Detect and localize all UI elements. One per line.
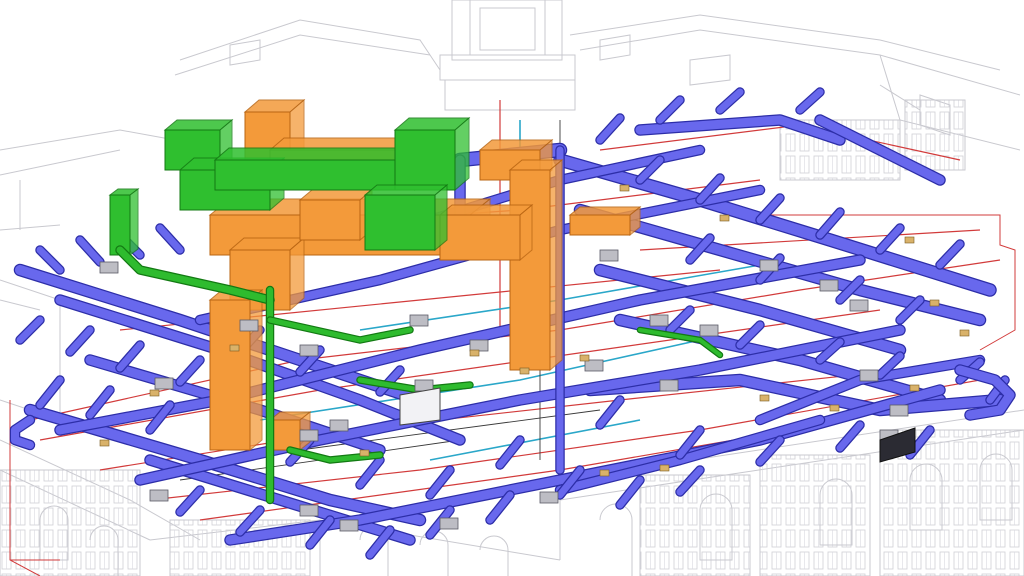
blue-branch-7 bbox=[176, 356, 204, 386]
blue-branch-1 bbox=[76, 236, 104, 266]
equipment-unit-9 bbox=[539, 491, 559, 504]
diffuser-3 bbox=[929, 299, 940, 307]
orange-drop-a-side bbox=[289, 236, 305, 312]
diffuser-17 bbox=[909, 384, 920, 392]
orange-block-e-front bbox=[299, 199, 361, 241]
diffuser-16 bbox=[829, 404, 840, 412]
green-riser-a-side bbox=[129, 188, 139, 256]
equipment-unit-15 bbox=[849, 299, 869, 312]
equipment-unit-16 bbox=[859, 369, 879, 382]
equipment-unit-12 bbox=[659, 379, 679, 392]
orange-block-b-side bbox=[519, 203, 533, 262]
blue-branch-0 bbox=[36, 246, 64, 274]
equipment-unit-22 bbox=[149, 489, 169, 502]
equipment-unit-10 bbox=[584, 359, 604, 372]
blue-branch-49 bbox=[596, 114, 624, 144]
equipment-unit-23 bbox=[299, 504, 319, 517]
green-block-c-side bbox=[434, 183, 448, 252]
blue-branch-8 bbox=[36, 376, 64, 409]
blue-branch-36 bbox=[836, 421, 864, 452]
orange-branch-d-top bbox=[568, 206, 642, 216]
equipment-unit-20 bbox=[699, 324, 719, 337]
diffuser-6 bbox=[469, 349, 480, 357]
clock-tower bbox=[439, 0, 576, 111]
blue-branch-14 bbox=[426, 466, 454, 499]
equipment-unit-19 bbox=[759, 259, 779, 272]
equipment-unit-6 bbox=[299, 429, 319, 442]
equipment-unit-7 bbox=[339, 519, 359, 532]
green-block-b-front bbox=[394, 129, 456, 191]
blue-branch-43 bbox=[176, 486, 204, 516]
blue-branch-3 bbox=[156, 224, 184, 254]
equipment-unit-2 bbox=[299, 344, 319, 357]
diffuser-9 bbox=[149, 389, 160, 397]
diffuser-15 bbox=[759, 394, 770, 402]
diffuser-1 bbox=[719, 214, 730, 222]
orange-block-b-top bbox=[438, 204, 534, 216]
blue-branch-4 bbox=[16, 316, 44, 344]
orange-riser-a-side bbox=[549, 158, 563, 372]
orange-riser-b-side bbox=[249, 288, 263, 452]
equipment-unit-0 bbox=[99, 261, 119, 274]
blue-loop-left bbox=[11, 416, 34, 449]
blue-branch-6 bbox=[116, 341, 144, 372]
equipment-unit-8 bbox=[439, 517, 459, 530]
equipment-unit-11 bbox=[599, 249, 619, 262]
orange-riser-a-front bbox=[509, 169, 551, 371]
diffuser-14 bbox=[659, 464, 670, 472]
orange-block-b-front bbox=[439, 214, 521, 261]
blue-branch-13 bbox=[356, 456, 384, 489]
equipment-unit-13 bbox=[649, 314, 669, 327]
green-block-c-top bbox=[363, 184, 449, 196]
blue-branch-33 bbox=[596, 396, 624, 429]
diffuser-12 bbox=[359, 449, 370, 457]
air-handler-panel bbox=[399, 387, 441, 426]
orange-stub-c-front bbox=[269, 419, 301, 451]
equipment-unit-4 bbox=[469, 339, 489, 352]
diffuser-4 bbox=[959, 329, 970, 337]
equipment-unit-14 bbox=[819, 279, 839, 292]
blue-branch-41 bbox=[616, 476, 644, 509]
blue-branch-5 bbox=[66, 326, 94, 356]
blue-branch-39 bbox=[496, 436, 524, 469]
diffuser-7 bbox=[519, 367, 530, 375]
diffuser-8 bbox=[229, 344, 240, 352]
diffuser-0 bbox=[619, 184, 630, 192]
diffuser-5 bbox=[579, 354, 590, 362]
orange-branch-d-front bbox=[569, 214, 631, 236]
blue-branch-23 bbox=[936, 240, 964, 269]
diffuser-13 bbox=[599, 469, 610, 477]
equipment-unit-1 bbox=[239, 319, 259, 332]
diffuser-2 bbox=[904, 236, 915, 244]
blue-branch-22 bbox=[876, 224, 904, 254]
equipment-unit-24 bbox=[329, 419, 349, 432]
equipment-unit-21 bbox=[154, 377, 174, 390]
bim-mep-scene bbox=[0, 0, 1024, 576]
equipment-unit-17 bbox=[889, 404, 909, 417]
green-block-c-front bbox=[364, 194, 436, 251]
equipment-unit-3 bbox=[409, 314, 429, 327]
green-block-b-side bbox=[454, 116, 470, 192]
diffuser-10 bbox=[99, 439, 110, 447]
blue-branch-50 bbox=[656, 96, 684, 124]
